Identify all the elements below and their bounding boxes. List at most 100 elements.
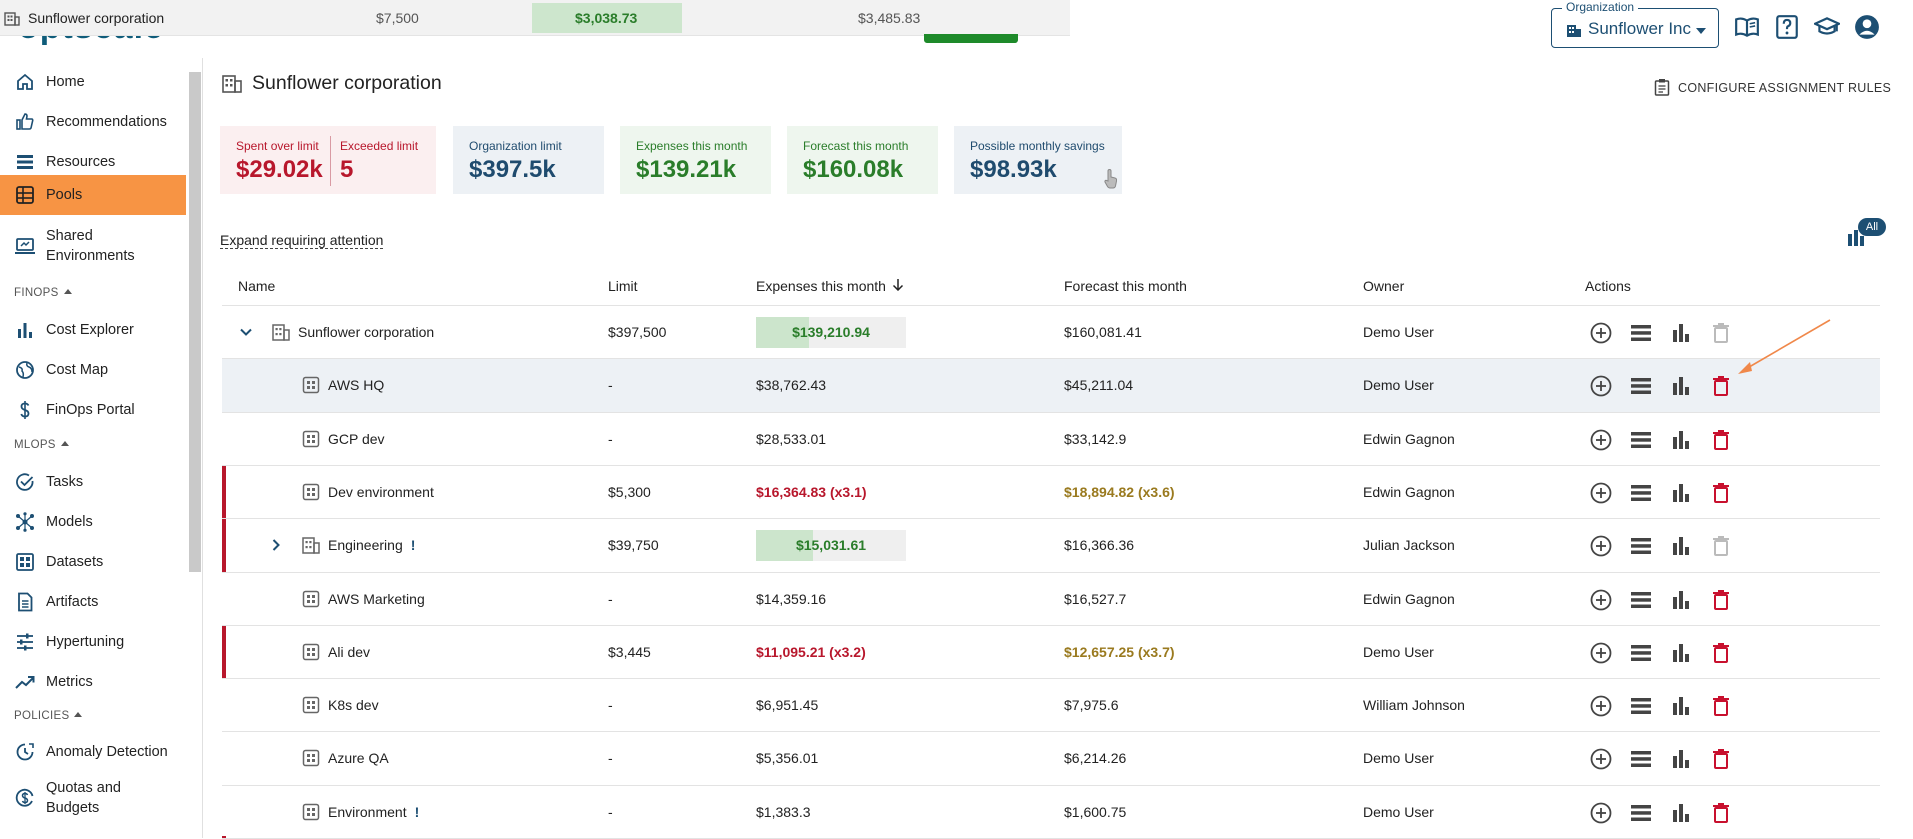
sidebar-item-finops-portal[interactable]: FinOps Portal (0, 392, 186, 428)
forecast-this-month-card[interactable]: Forecast this month $160.08k (787, 126, 938, 194)
pool-limit: - (608, 803, 613, 820)
column-header-name[interactable]: Name (238, 278, 275, 294)
add-circle-icon[interactable] (1589, 374, 1613, 398)
pool-name-link[interactable]: GCP dev (328, 431, 385, 447)
add-circle-icon[interactable] (1589, 481, 1613, 505)
list-icon[interactable] (1629, 534, 1653, 558)
sidebar-section-mlops[interactable]: MLOPS (14, 439, 69, 451)
bar-chart-icon[interactable] (1669, 534, 1693, 558)
bar-chart-icon[interactable] (1669, 747, 1693, 771)
organization-select[interactable]: Organization Sunflower Inc (1551, 0, 1719, 48)
account-icon[interactable] (1854, 14, 1880, 40)
sidebar-item-quotas-and-budgets[interactable]: Quotas and Budgets (0, 774, 186, 822)
expenses-this-month-card[interactable]: Expenses this month $139.21k (620, 126, 771, 194)
bar-chart-icon[interactable] (1669, 588, 1693, 612)
trash-icon[interactable] (1709, 428, 1733, 452)
list-icon[interactable] (1629, 374, 1653, 398)
bar-chart-icon[interactable] (1669, 481, 1693, 505)
sidebar-item-metrics[interactable]: Metrics (0, 664, 186, 700)
possible-monthly-savings-card[interactable]: Possible monthly savings $98.93k (954, 126, 1122, 194)
academy-icon[interactable] (1814, 14, 1840, 40)
pool-name-link[interactable]: Azure QA (328, 750, 389, 766)
spent-over-limit-card[interactable]: Spent over limit $29.02k Exceeded limit … (220, 126, 436, 194)
list-icon[interactable] (1629, 428, 1653, 452)
pool-name-link[interactable]: AWS HQ (328, 377, 384, 393)
list-icon[interactable] (1629, 321, 1653, 345)
sidebar-item-label: Pools (46, 187, 83, 203)
expand-requiring-attention-link[interactable]: Expand requiring attention (220, 232, 384, 249)
trash-icon[interactable] (1709, 747, 1733, 771)
trash-icon[interactable] (1709, 588, 1733, 612)
table-row[interactable]: AWS HQ - $38,762.43 $45,211.04 Demo User (222, 359, 1880, 413)
sidebar-item-tasks[interactable]: Tasks (0, 464, 186, 500)
sidebar-scroll-thumb[interactable] (189, 72, 201, 572)
add-circle-icon[interactable] (1589, 534, 1613, 558)
pool-name: Ali dev (328, 643, 371, 660)
pool-name-link[interactable]: K8s dev (328, 697, 379, 713)
add-circle-icon[interactable] (1589, 321, 1613, 345)
sidebar-item-models[interactable]: Models (0, 504, 186, 540)
list-icon[interactable] (1629, 641, 1653, 665)
table-row[interactable]: Ali dev $3,445 $11,095.21 (x3.2) $12,657.25… (222, 625, 1880, 679)
column-header-limit[interactable]: Limit (608, 278, 638, 294)
add-circle-icon[interactable] (1589, 747, 1613, 771)
sidebar-item-label: Cost Map (46, 362, 109, 378)
table-row[interactable]: Environment! - $1,383.3 $1,600.75 Demo User (222, 786, 1880, 839)
pool-name-link[interactable]: AWS Marketing (328, 591, 425, 607)
list-icon[interactable] (1629, 801, 1653, 825)
trash-icon[interactable] (1709, 801, 1733, 825)
sidebar-item-anomaly-detection[interactable]: Anomaly Detection (0, 734, 186, 770)
chevron-down-icon[interactable] (238, 324, 254, 340)
column-header-owner[interactable]: Owner (1363, 278, 1404, 294)
pool-name-link[interactable]: Ali dev (328, 644, 370, 660)
sidebar-section-policies[interactable]: POLICIES (14, 710, 83, 722)
table-row[interactable]: AWS Marketing - $14,359.16 $16,527.7 Edwin G… (222, 573, 1880, 626)
trash-icon[interactable] (1709, 641, 1733, 665)
sidebar-item-pools[interactable]: Pools (0, 175, 186, 215)
list-icon[interactable] (1629, 481, 1653, 505)
add-circle-icon[interactable] (1589, 428, 1613, 452)
bar-chart-icon[interactable] (1669, 641, 1693, 665)
table-row[interactable]: Dev environment $5,300 $16,364.83 (x3.1) $1… (222, 465, 1880, 519)
sidebar-item-cost-map[interactable]: Cost Map (0, 352, 186, 388)
pool-name-link[interactable]: Dev environment (328, 484, 434, 500)
column-header-expenses[interactable]: Expenses this month (756, 278, 904, 294)
list-icon[interactable] (1629, 588, 1653, 612)
sidebar-item-artifacts[interactable]: Artifacts (0, 584, 186, 620)
sidebar-item-label: Tasks (46, 474, 84, 490)
add-circle-icon[interactable] (1589, 694, 1613, 718)
add-circle-icon[interactable] (1589, 801, 1613, 825)
list-icon[interactable] (1629, 694, 1653, 718)
chevron-right-icon[interactable] (268, 537, 284, 553)
table-row[interactable]: Engineering! $39,750 $15,031.61 $16,366.36 J… (222, 519, 1880, 573)
pool-name-link[interactable]: Sunflower corporation (298, 324, 434, 340)
sidebar-item-cost-explorer[interactable]: Cost Explorer (0, 312, 186, 348)
table-row[interactable]: K8s dev - $6,951.45 $7,975.6 William Johnson (222, 679, 1880, 732)
sidebar-item-hypertuning[interactable]: Hypertuning (0, 624, 186, 660)
sidebar-item-shared-environments[interactable]: Shared Environments (0, 222, 186, 270)
bar-chart-icon[interactable] (1669, 321, 1693, 345)
table-row[interactable]: Azure QA - $5,356.01 $6,214.26 Demo User (222, 732, 1880, 785)
bar-chart-icon[interactable] (1669, 374, 1693, 398)
trash-icon[interactable] (1709, 694, 1733, 718)
pool-name-link[interactable]: Environment! (328, 804, 419, 820)
help-icon[interactable] (1774, 14, 1800, 40)
filter-all-badge[interactable]: All (1858, 218, 1886, 236)
table-row[interactable]: Sunflower corporation $397,500 $139,210.94… (222, 306, 1880, 359)
table-row[interactable]: GCP dev - $28,533.01 $33,142.9 Edwin Gagnon (222, 413, 1880, 466)
pool-name-link[interactable]: Engineering! (328, 537, 415, 553)
pool-expenses: $5,356.01 (756, 750, 819, 767)
sidebar-item-datasets[interactable]: Datasets (0, 544, 186, 580)
sidebar-section-finops[interactable]: FINOPS (14, 287, 72, 299)
trash-icon[interactable] (1709, 481, 1733, 505)
list-icon[interactable] (1629, 747, 1653, 771)
documentation-icon[interactable] (1734, 14, 1760, 40)
add-circle-icon[interactable] (1589, 641, 1613, 665)
bar-chart-icon[interactable] (1669, 801, 1693, 825)
column-header-forecast[interactable]: Forecast this month (1064, 278, 1187, 294)
bar-chart-icon[interactable] (1669, 428, 1693, 452)
add-circle-icon[interactable] (1589, 588, 1613, 612)
bar-chart-icon[interactable] (1669, 694, 1693, 718)
sidebar-item-recommendations[interactable]: Recommendations (0, 104, 186, 140)
sidebar-item-home[interactable]: Home (0, 64, 186, 100)
